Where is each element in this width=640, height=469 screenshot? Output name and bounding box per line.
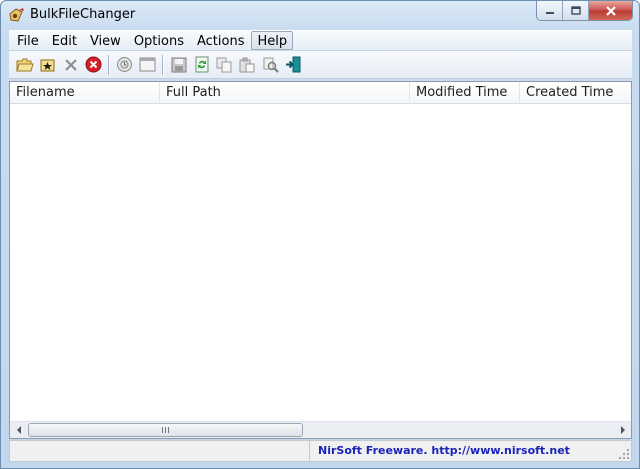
remove-icon <box>64 58 77 71</box>
exit-icon <box>286 56 301 73</box>
column-header-full-path[interactable]: Full Path <box>160 82 410 104</box>
file-list[interactable]: Filename Full Path Modified Time Created… <box>9 81 632 439</box>
column-header-filename[interactable]: Filename <box>10 82 160 104</box>
save-icon <box>171 57 186 72</box>
toolbar <box>9 51 632 79</box>
maximize-icon <box>570 6 581 15</box>
app-window: BulkFileChanger File Edit View Options A… <box>0 0 640 469</box>
column-header-created-time[interactable]: Created Time <box>520 82 631 104</box>
paste-button[interactable] <box>236 53 259 76</box>
save-button[interactable] <box>167 53 190 76</box>
close-button[interactable] <box>589 1 632 20</box>
menu-edit[interactable]: Edit <box>46 31 83 50</box>
menu-bar: File Edit View Options Actions Help <box>9 30 632 51</box>
add-files-button[interactable] <box>36 53 59 76</box>
properties-button[interactable] <box>113 53 136 76</box>
clear-button[interactable] <box>82 53 105 76</box>
column-header-modified-time[interactable]: Modified Time <box>410 82 520 104</box>
minimize-button[interactable] <box>537 1 563 20</box>
open-folder-button[interactable] <box>13 53 36 76</box>
open-folder-icon <box>15 58 34 71</box>
add-files-icon <box>40 59 54 71</box>
menu-view[interactable]: View <box>84 31 127 50</box>
copy-icon <box>216 57 232 72</box>
scroll-right-button[interactable] <box>614 422 631 438</box>
refresh-icon <box>195 56 208 73</box>
maximize-button[interactable] <box>563 1 589 20</box>
toolbar-separator <box>162 54 164 75</box>
menu-options[interactable]: Options <box>128 31 190 50</box>
scroll-left-button[interactable] <box>10 422 27 438</box>
clear-icon <box>85 56 102 73</box>
column-header-row: Filename Full Path Modified Time Created… <box>10 82 631 104</box>
toolbar-separator <box>108 54 110 75</box>
properties-icon <box>117 57 132 72</box>
remove-button[interactable] <box>59 53 82 76</box>
title-bar[interactable]: BulkFileChanger <box>1 1 639 30</box>
status-panel-info <box>10 441 310 461</box>
app-icon[interactable] <box>8 7 25 24</box>
menu-help[interactable]: Help <box>251 30 294 50</box>
grip-icon <box>162 427 169 433</box>
copy-button[interactable] <box>213 53 236 76</box>
paste-icon <box>239 57 255 72</box>
arrow-left-icon <box>16 426 21 434</box>
close-icon <box>605 5 616 16</box>
scroll-thumb[interactable] <box>28 423 303 437</box>
horizontal-scrollbar[interactable] <box>10 421 631 438</box>
status-nirsoft-link[interactable]: NirSoft Freeware. http://www.nirsoft.net <box>310 441 570 461</box>
exit-button[interactable] <box>282 53 305 76</box>
window-icon <box>139 57 156 72</box>
find-icon <box>263 57 279 73</box>
status-bar: NirSoft Freeware. http://www.nirsoft.net <box>9 440 632 462</box>
menu-file[interactable]: File <box>11 31 45 50</box>
resize-grip-icon[interactable] <box>617 447 631 461</box>
refresh-button[interactable] <box>190 53 213 76</box>
menu-actions[interactable]: Actions <box>191 31 251 50</box>
minimize-icon <box>545 11 554 14</box>
caption-buttons <box>536 1 633 21</box>
window-button[interactable] <box>136 53 159 76</box>
find-button[interactable] <box>259 53 282 76</box>
window-title: BulkFileChanger <box>30 7 136 22</box>
arrow-right-icon <box>620 426 625 434</box>
